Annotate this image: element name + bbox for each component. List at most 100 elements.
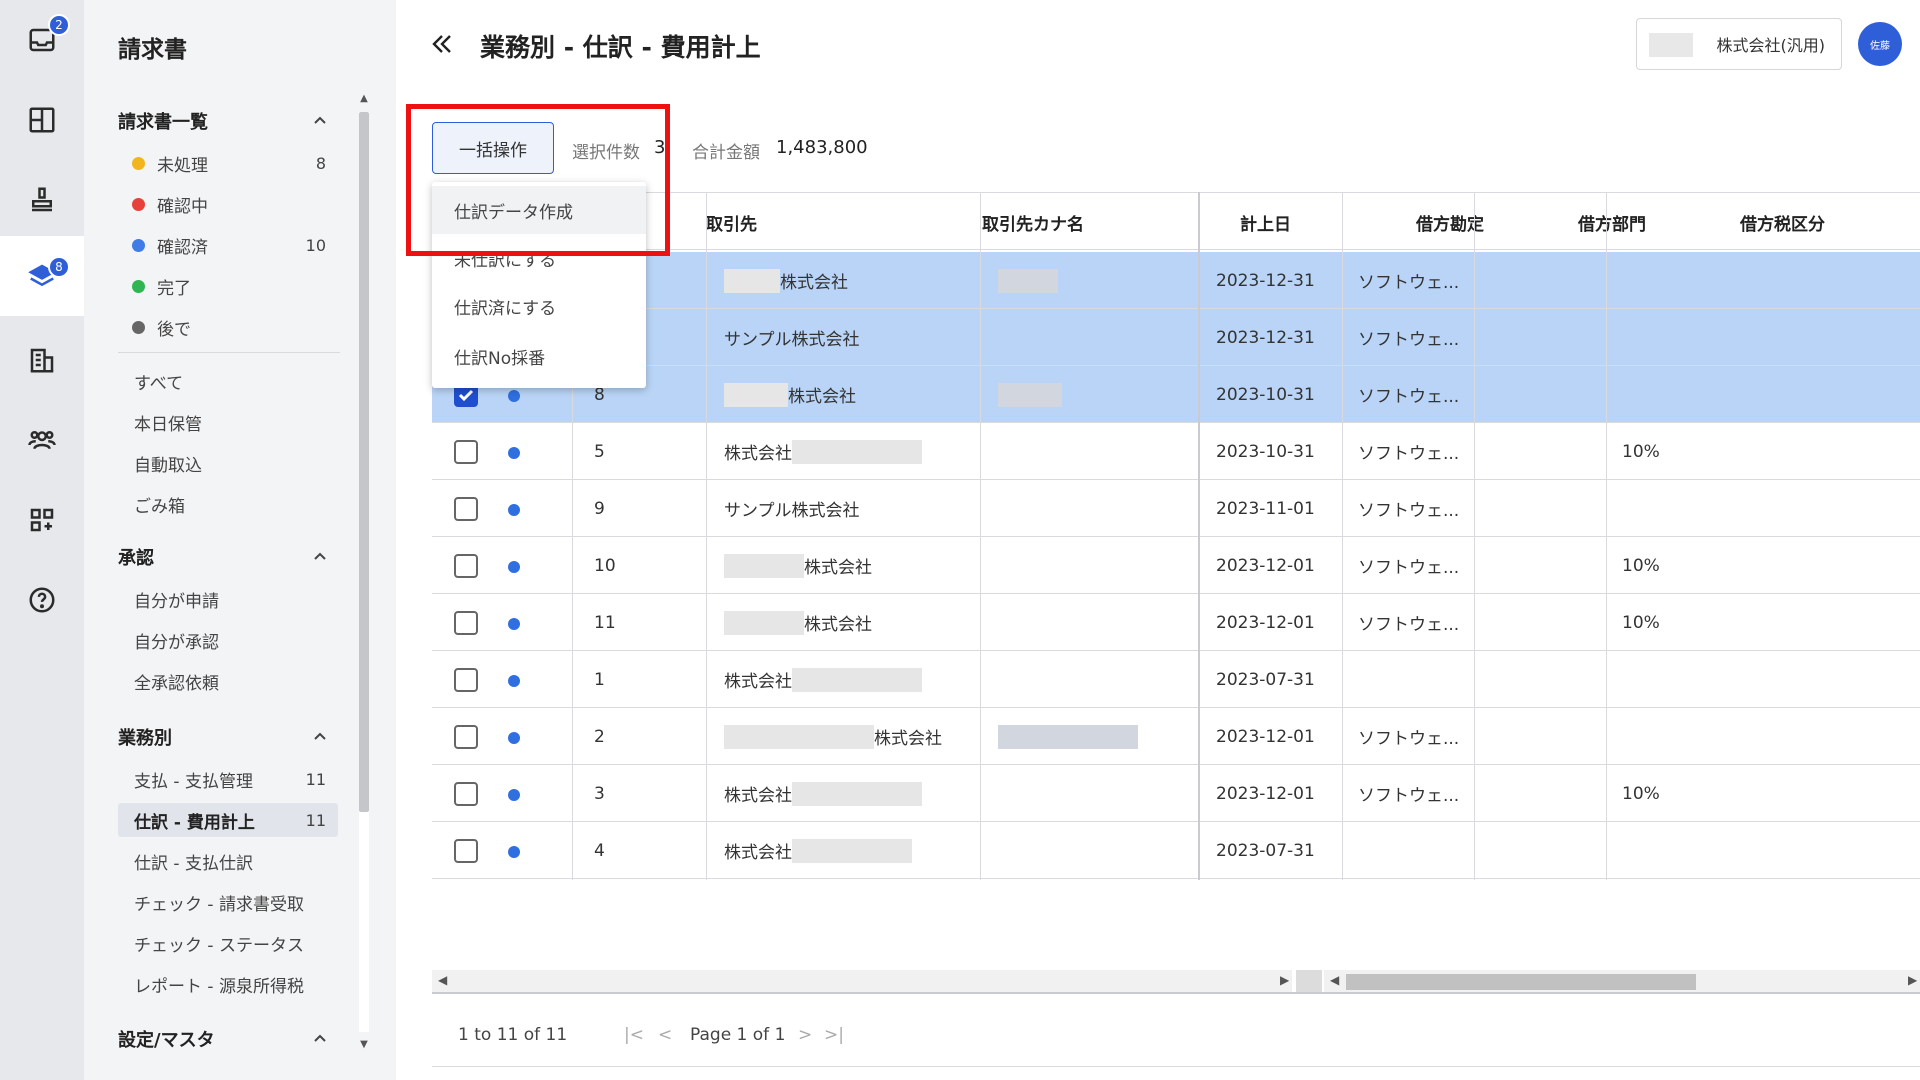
table-row[interactable]: 11 株式会社 2023-12-01 ソフトウェ... 10% xyxy=(432,594,1920,651)
collapse-sidebar-button[interactable] xyxy=(428,30,456,58)
chevron-up-icon[interactable] xyxy=(312,548,328,564)
column-header-debit-tax[interactable]: 借方税区分 xyxy=(1722,193,1920,251)
avatar[interactable]: 佐藤 xyxy=(1858,22,1902,66)
table-row[interactable]: 9 サンプル株式会社 2023-11-01 ソフトウェ... xyxy=(432,480,1920,537)
row-checkbox[interactable] xyxy=(454,497,478,521)
horizontal-scrollbar[interactable]: ◀ ▶ ◀ ▶ xyxy=(432,970,1920,994)
scroll-underline xyxy=(432,992,1920,994)
redacted-text xyxy=(724,268,780,293)
table-row[interactable]: 6株式会社2023-12-31ソフトウェ... xyxy=(432,252,1920,309)
column-header-date[interactable]: 計上日 xyxy=(1222,193,1382,251)
table-row[interactable]: 2 株式会社 2023-12-01 ソフトウェ... xyxy=(432,708,1920,765)
table-row[interactable]: 3 株式会社 2023-12-01 ソフトウェ... 10% xyxy=(432,765,1920,822)
row-checkbox[interactable] xyxy=(454,668,478,692)
sidebar-item-all-approvals[interactable]: 全承認依頼 xyxy=(118,664,338,698)
row-checkbox[interactable] xyxy=(454,440,478,464)
chevron-up-icon[interactable] xyxy=(312,728,328,744)
row-checkbox[interactable] xyxy=(454,554,478,578)
rail-layers[interactable]: 8 xyxy=(0,236,84,316)
chevron-up-icon[interactable] xyxy=(312,1030,328,1046)
column-header-debit-dept[interactable]: 借方部門 xyxy=(1560,193,1710,251)
sidebar-item-auto-import[interactable]: 自動取込 xyxy=(118,446,338,480)
status-dot xyxy=(508,618,520,630)
table-row[interactable]: 4 株式会社 2023-07-31 xyxy=(432,822,1920,879)
sidebar-item-my-requests[interactable]: 自分が申請 xyxy=(118,582,338,616)
section-settings[interactable]: 設定/マスタ xyxy=(118,1026,215,1052)
row-range: 1 to 11 of 11 xyxy=(458,1025,568,1045)
scroll-left-arrow-icon[interactable]: ◀ xyxy=(1330,973,1339,987)
rail-layout[interactable] xyxy=(0,80,84,160)
rail-building[interactable] xyxy=(0,320,84,400)
page-title: 業務別 - 仕訳 - 費用計上 xyxy=(480,33,761,62)
column-header-vendor-kana[interactable]: 取引先カナ名 xyxy=(964,193,1214,251)
scroll-down-arrow-icon[interactable]: ▼ xyxy=(359,1040,369,1050)
cell-debit-tax: 10% xyxy=(1622,441,1660,462)
table-row[interactable]: 5 株式会社 2023-10-31 ソフトウェ... 10% xyxy=(432,423,1920,480)
row-checkbox[interactable] xyxy=(454,839,478,863)
row-checkbox[interactable] xyxy=(454,782,478,806)
sidebar-item-status-2[interactable]: 確認済 10 xyxy=(118,228,338,262)
sidebar-item-status-0[interactable]: 未処理 8 xyxy=(118,146,338,180)
rail-users[interactable] xyxy=(0,400,84,480)
scroll-thumb[interactable] xyxy=(1346,974,1696,990)
rail-stamp[interactable] xyxy=(0,160,84,240)
cell-date: 2023-12-01 xyxy=(1216,555,1315,576)
redacted-text xyxy=(998,268,1058,293)
sidebar-item-expense-journal[interactable]: 仕訳 - 費用計上 11 xyxy=(118,803,338,837)
prev-page-icon[interactable]: < xyxy=(658,1025,672,1045)
column-divider xyxy=(1342,192,1343,880)
left-scroll-track[interactable] xyxy=(432,970,1292,992)
rail-help[interactable] xyxy=(0,560,84,640)
status-dot xyxy=(508,447,520,459)
section-invoice-list[interactable]: 請求書一覧 xyxy=(118,108,208,134)
cell-no: 4 xyxy=(594,840,605,861)
cell-debit-account: ソフトウェ... xyxy=(1358,501,1460,521)
next-page-icon[interactable]: > xyxy=(798,1025,812,1045)
sidebar-item-withholding-report[interactable]: レポート - 源泉所得税 xyxy=(118,967,338,1001)
sidebar-item-my-approvals[interactable]: 自分が承認 xyxy=(118,623,338,657)
sidebar-item-trash[interactable]: ごみ箱 xyxy=(118,487,338,521)
menu-item-assign-journal-no[interactable]: 仕訳No採番 xyxy=(432,332,646,380)
sidebar-item-status-4[interactable]: 後で xyxy=(118,310,338,344)
cell-vendor: 株式会社 xyxy=(724,366,856,423)
rail-inbox[interactable]: 2 xyxy=(0,0,84,80)
sidebar-item-status-3[interactable]: 完了 xyxy=(118,269,338,303)
scroll-right-arrow-icon[interactable]: ▶ xyxy=(1280,973,1289,987)
sidebar-item-check-receipt[interactable]: チェック - 請求書受取 xyxy=(118,885,338,919)
table-row[interactable]: 8 株式会社 2023-10-31 ソフトウェ... xyxy=(432,366,1920,423)
scroll-right-arrow-icon[interactable]: ▶ xyxy=(1908,973,1917,987)
sidebar-item-all[interactable]: すべて xyxy=(118,364,338,398)
icon-rail: 2 8 xyxy=(0,0,84,1080)
scroll-up-arrow-icon[interactable]: ▲ xyxy=(359,94,369,104)
scroll-thumb[interactable] xyxy=(359,112,369,812)
column-header-vendor[interactable]: 取引先 xyxy=(688,193,948,251)
cell-vendor-kana xyxy=(998,366,1062,423)
sidebar-item-check-status[interactable]: チェック - ステータス xyxy=(118,926,338,960)
row-checkbox[interactable] xyxy=(454,725,478,749)
redacted-text xyxy=(792,439,922,464)
table-row[interactable]: 10 株式会社 2023-12-01 ソフトウェ... 10% xyxy=(432,537,1920,594)
last-page-icon[interactable]: >| xyxy=(824,1025,844,1045)
chevron-up-icon[interactable] xyxy=(312,112,328,128)
company-selector[interactable]: 株式会社(汎用) xyxy=(1636,18,1842,70)
scroll-left-arrow-icon[interactable]: ◀ xyxy=(438,973,447,987)
first-page-icon[interactable]: |< xyxy=(624,1025,644,1045)
menu-item-mark-journaled[interactable]: 仕訳済にする xyxy=(432,282,646,330)
cell-debit-account: ソフトウェ... xyxy=(1358,444,1460,464)
sidebar: 請求書 請求書一覧 未処理 8 確認中 確認済 10 完了 後で すべて 本日保管 … xyxy=(84,0,396,1080)
sidebar-scrollbar[interactable]: ▲ ▼ xyxy=(358,90,370,1050)
row-checkbox[interactable] xyxy=(454,611,478,635)
sidebar-item-stored-today[interactable]: 本日保管 xyxy=(118,405,338,439)
sidebar-item-payment-journal[interactable]: 仕訳 - 支払仕訳 xyxy=(118,844,338,878)
table-row[interactable]: 7サンプル株式会社2023-12-31ソフトウェ... xyxy=(432,309,1920,366)
table-row[interactable]: 1 株式会社 2023-07-31 xyxy=(432,651,1920,708)
cell-debit-account: ソフトウェ... xyxy=(1358,273,1460,293)
sidebar-item-status-1[interactable]: 確認中 xyxy=(118,187,338,221)
column-header-debit-account[interactable]: 借方勘定 xyxy=(1398,193,1548,251)
sidebar-item-payment-management[interactable]: 支払 - 支払管理 11 xyxy=(118,762,338,796)
section-approval[interactable]: 承認 xyxy=(118,544,154,570)
highlight-annotation-box xyxy=(406,104,670,256)
rail-apps[interactable] xyxy=(0,480,84,560)
layers-badge: 8 xyxy=(48,256,70,278)
section-business[interactable]: 業務別 xyxy=(118,724,172,750)
